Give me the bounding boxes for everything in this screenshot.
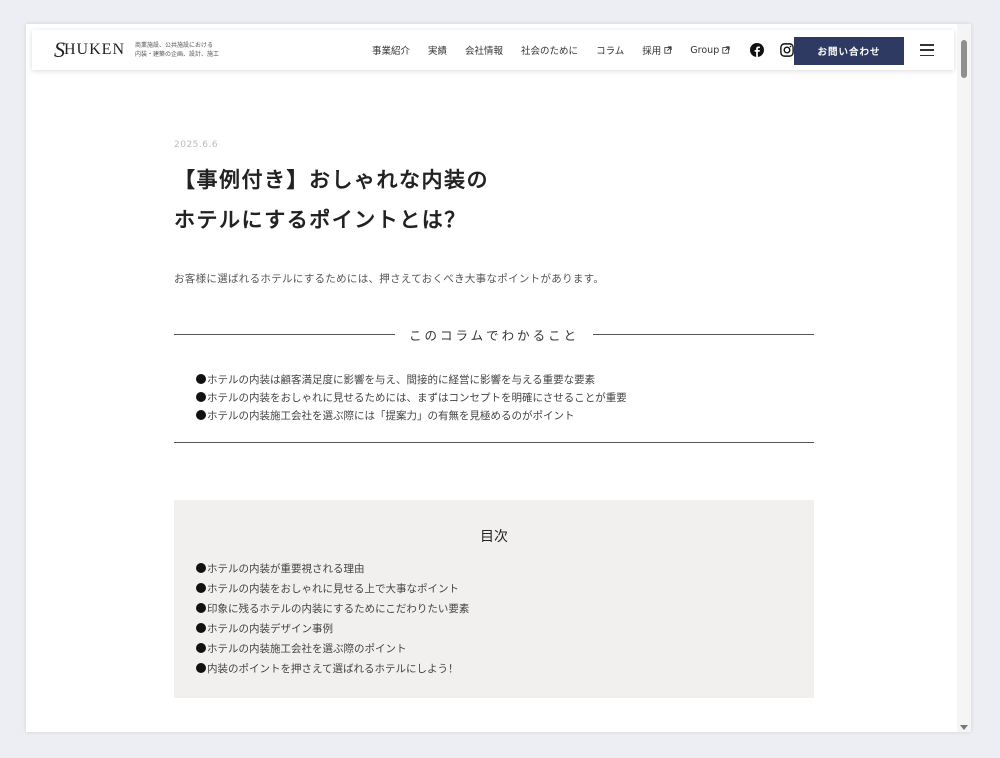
hamburger-menu-icon[interactable] [920,44,934,56]
toc-item-text: 印象に残るホテルの内装にするためにこだわりたい要素 [207,602,470,615]
bullet-icon [196,583,206,593]
toc-item[interactable]: ホテルの内装施工会社を選ぶ際のポイント [196,638,469,658]
nav-item-works[interactable]: 実績 [428,43,447,57]
toc-item[interactable]: 内装のポイントを押さえて選ばれるホテルにしよう！ [196,658,469,678]
bullet-icon [196,563,206,573]
external-link-icon [664,46,672,54]
toc-title: 目次 [480,529,508,545]
summary-item: ホテルの内装は顧客満足度に影響を与え、間接的に経営に影響を与える重要な要素 [196,370,627,388]
article-date: 2025.6.6 [174,140,219,150]
article-title-line-1: 【事例付き】おしゃれな内装の [174,167,489,192]
toc-item-text: ホテルの内装が重要視される理由 [207,562,365,575]
article-title-line-2: ホテルにするポイントとは？ [174,207,467,232]
nav-item-recruit-label: 採用 [642,46,662,57]
main-nav: 事業紹介 実績 会社情報 社会のために コラム 採用 Group [372,30,810,70]
bullet-icon [196,392,206,402]
toc-item-text: 内装のポイントを押さえて選ばれるホテルにしよう！ [207,662,459,675]
summary-item: ホテルの内装施工会社を選ぶ際には「提案力」の有無を見極めるのがポイント [196,406,627,424]
article-intro: お客様に選ばれるホテルにするためには、押さえておくべき大事なポイントがあります。 [174,273,605,285]
table-of-contents: 目次 ホテルの内装が重要視される理由 ホテルの内装をおしゃれに見せる上で大事なポ… [174,500,814,698]
toc-list: ホテルの内装が重要視される理由 ホテルの内装をおしゃれに見せる上で大事なポイント… [196,558,469,678]
summary-item-text: ホテルの内装施工会社を選ぶ際には「提案力」の有無を見極めるのがポイント [207,409,575,422]
summary-item-text: ホテルの内装をおしゃれに見せるためには、まずはコンセプトを明確にさせることが重要 [207,391,627,404]
site-tagline: 商業施設、公共施設における 内装・建築の企画、設計、施工 [135,41,245,59]
summary-item: ホテルの内装をおしゃれに見せるためには、まずはコンセプトを明確にさせることが重要 [196,388,627,406]
logo-text: HUKEN [64,41,125,58]
summary-divider-right [593,333,815,335]
nav-item-recruit[interactable]: 採用 [642,43,672,57]
contact-button[interactable]: お問い合わせ [794,37,904,65]
bullet-icon [196,643,206,653]
instagram-icon[interactable] [780,43,795,57]
summary-divider-bottom [174,442,814,443]
toc-item[interactable]: ホテルの内装が重要視される理由 [196,558,469,578]
toc-item-text: ホテルの内装施工会社を選ぶ際のポイント [207,642,407,655]
bullet-icon [196,410,206,420]
scrollbar-thumb[interactable] [961,40,967,78]
tagline-line-1: 商業施設、公共施設における [135,42,214,49]
nav-item-group[interactable]: Group [690,45,730,56]
nav-item-column[interactable]: コラム [596,43,624,57]
summary-title: このコラムでわかること [408,327,580,343]
toc-item[interactable]: ホテルの内装をおしゃれに見せる上で大事なポイント [196,578,469,598]
bullet-icon [196,663,206,673]
site-logo[interactable]: S HUKEN [54,37,125,63]
toc-item-text: ホテルの内装デザイン事例 [207,622,333,635]
article-title: 【事例付き】おしゃれな内装の ホテルにするポイントとは？ [174,160,674,240]
summary-heading: このコラムでわかること [174,324,815,344]
summary-divider-left [174,333,395,335]
summary-item-text: ホテルの内装は顧客満足度に影響を与え、間接的に経営に影響を与える重要な要素 [207,373,596,386]
toc-item-text: ホテルの内装をおしゃれに見せる上で大事なポイント [207,582,459,595]
nav-item-group-label: Group [690,44,720,56]
tagline-line-2: 内装・建築の企画、設計、施工 [135,51,220,58]
bullet-icon [196,374,206,384]
browser-window: S HUKEN 商業施設、公共施設における 内装・建築の企画、設計、施工 事業紹… [26,24,971,732]
nav-item-society[interactable]: 社会のために [521,43,578,57]
summary-list: ホテルの内装は顧客満足度に影響を与え、間接的に経営に影響を与える重要な要素 ホテ… [196,370,627,424]
facebook-icon[interactable] [750,43,765,57]
bullet-icon [196,603,206,613]
site-header: S HUKEN 商業施設、公共施設における 内装・建築の企画、設計、施工 事業紹… [32,30,954,70]
toc-item[interactable]: 印象に残るホテルの内装にするためにこだわりたい要素 [196,598,469,618]
bullet-icon [196,623,206,633]
nav-item-company[interactable]: 会社情報 [465,43,503,57]
scroll-down-arrow-icon[interactable] [960,725,968,730]
nav-item-business[interactable]: 事業紹介 [372,43,410,57]
toc-item[interactable]: ホテルの内装デザイン事例 [196,618,469,638]
external-link-icon [722,46,730,54]
vertical-scrollbar[interactable] [957,24,971,732]
